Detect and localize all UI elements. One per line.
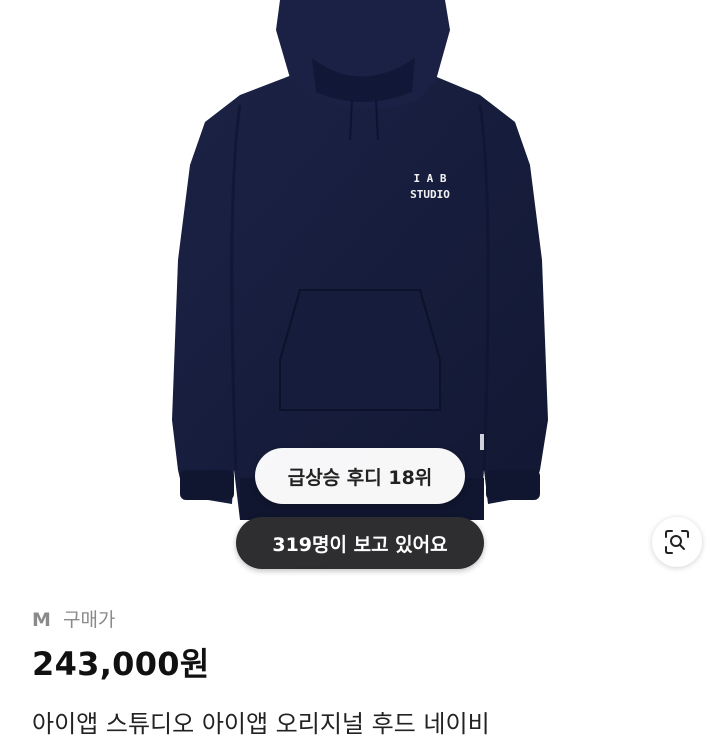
purchase-price-label: 구매가: [62, 609, 116, 631]
viewers-text: 319명이 보고 있어요: [272, 533, 448, 556]
trending-rank-text: 급상승 후디 18위: [287, 466, 433, 489]
trending-rank-badge: 급상승 후디 18위: [255, 448, 465, 504]
product-title: 아이앱 스튜디오 아이앱 오리지널 후드 네이비: [32, 710, 490, 738]
visual-search-button[interactable]: [652, 517, 702, 567]
product-image[interactable]: I A B STUDIO 급상승 후디 18위 319명이 보고 있어요: [0, 0, 720, 580]
visual-search-icon: [665, 530, 689, 554]
size-label: M: [32, 609, 51, 631]
price-value: 243,000원: [32, 645, 210, 683]
chest-logo-bottom: STUDIO: [410, 188, 450, 201]
viewers-badge: 319명이 보고 있어요: [236, 517, 484, 569]
carousel-indicator: [294, 566, 326, 569]
price-label: M 구매가: [32, 606, 700, 634]
price-section: M 구매가 243,000원: [32, 606, 700, 684]
chest-logo-top: I A B: [413, 172, 446, 185]
